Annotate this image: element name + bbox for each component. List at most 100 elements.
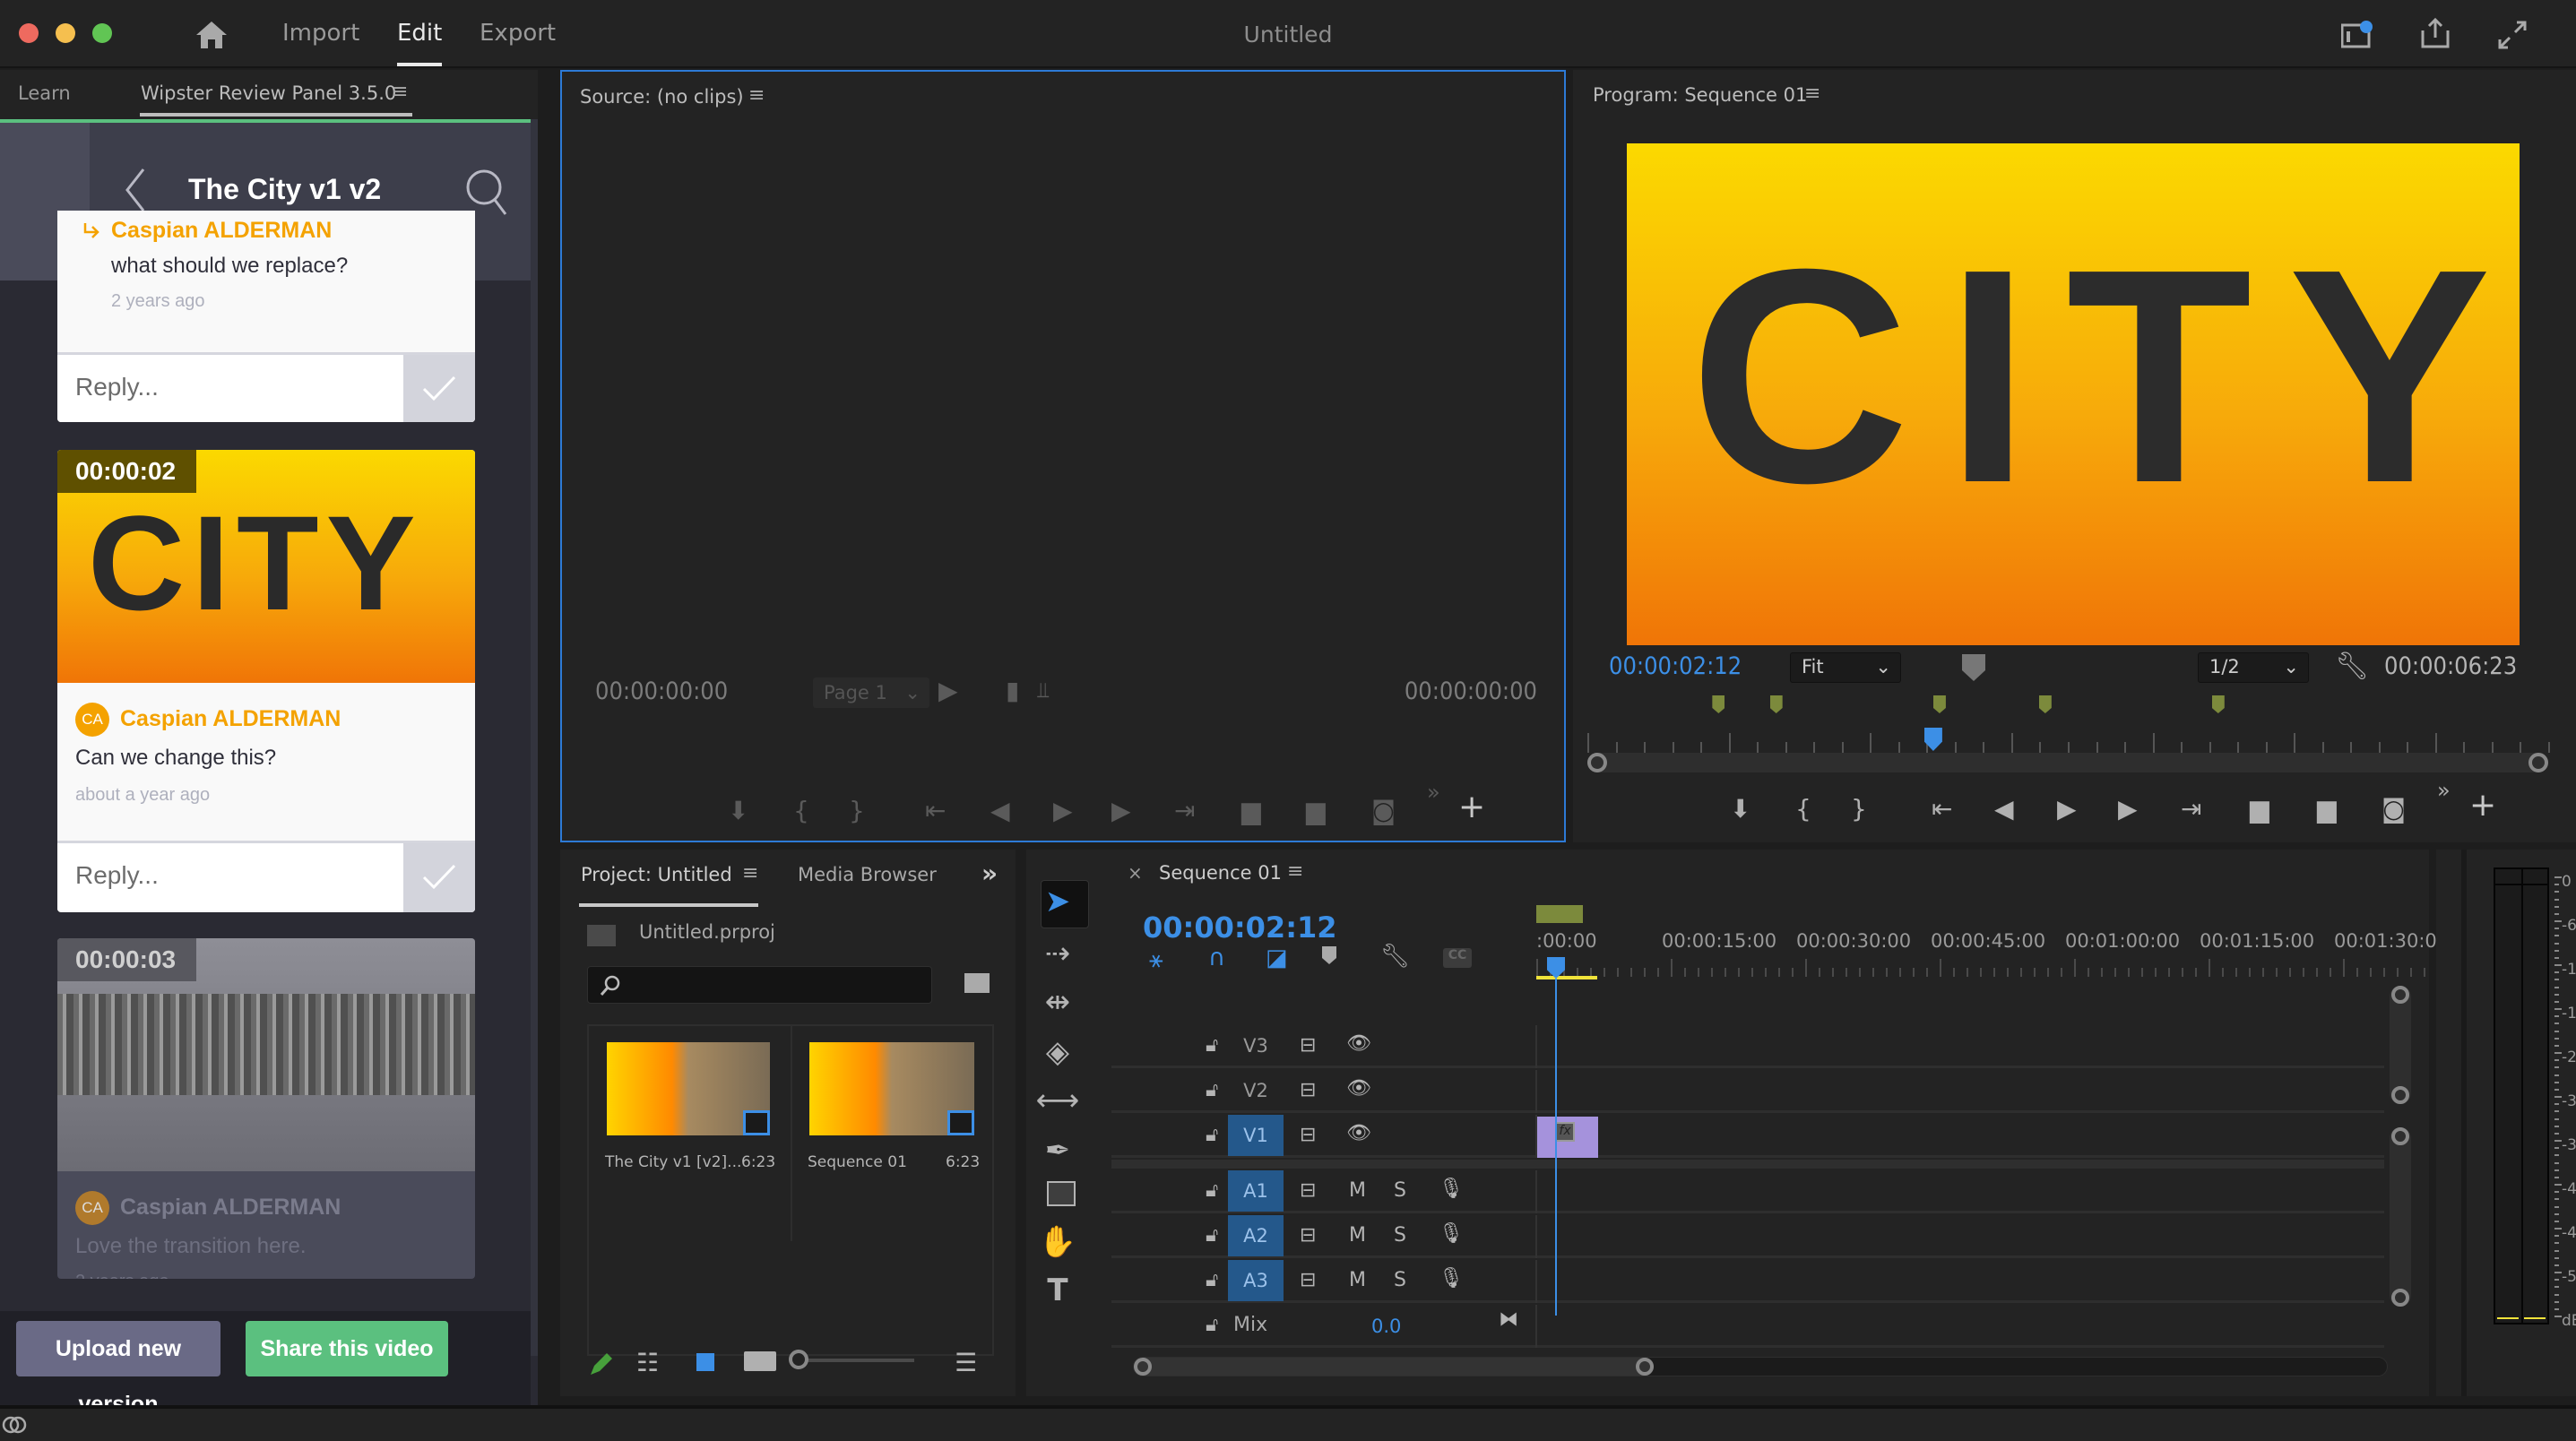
track-target-V1[interactable]: V1: [1228, 1115, 1284, 1156]
extract-button[interactable]: ▆: [2317, 794, 2337, 824]
program-marker[interactable]: [1932, 695, 1946, 713]
nest-sequence-icon[interactable]: ⚹: [1149, 946, 1163, 974]
project-item-name[interactable]: Sequence 01: [808, 1153, 907, 1171]
scrollbar-handle-right[interactable]: [2528, 753, 2548, 772]
resolution-select[interactable]: 1/2 ⌄: [2198, 652, 2309, 683]
track-select-tool-icon[interactable]: ⇢: [1014, 936, 1102, 971]
program-marker[interactable]: [2038, 695, 2052, 713]
export-frame-button[interactable]: ◙: [1371, 796, 1396, 825]
project-search-input[interactable]: [587, 966, 932, 1004]
go-to-in-button[interactable]: ⇤: [1932, 794, 1952, 824]
solo-button[interactable]: S: [1394, 1269, 1406, 1291]
comment-timecode[interactable]: 00:00:03: [57, 938, 196, 981]
lock-icon[interactable]: 🔓︎: [1206, 1179, 1218, 1202]
sync-lock-icon[interactable]: ⊟: [1300, 1224, 1316, 1247]
tab-learn[interactable]: Learn: [18, 82, 71, 104]
reply-field[interactable]: Reply...: [57, 352, 475, 422]
program-marker[interactable]: [1712, 695, 1725, 713]
tab-wipster-review-panel[interactable]: Wipster Review Panel 3.5.0: [141, 82, 396, 104]
add-marker-icon[interactable]: [1962, 654, 1985, 681]
snap-icon[interactable]: ∩: [1208, 945, 1225, 971]
lock-icon[interactable]: 🔓︎: [1206, 1079, 1218, 1101]
timeline-clip[interactable]: fx: [1537, 1117, 1598, 1158]
lock-icon[interactable]: 🔓︎: [1206, 1269, 1218, 1291]
tab-media-browser[interactable]: Media Browser: [798, 864, 937, 885]
play-button[interactable]: ▶: [1053, 796, 1073, 825]
project-item-thumbnail[interactable]: [809, 1042, 974, 1135]
sync-lock-icon[interactable]: ⊟: [1300, 1179, 1316, 1202]
pen-tool-icon[interactable]: ✒: [1014, 1133, 1102, 1169]
folder-up-icon[interactable]: [587, 925, 616, 946]
lock-icon[interactable]: 🔓︎: [1206, 1034, 1218, 1057]
list-view-icon[interactable]: ☷: [636, 1348, 659, 1377]
project-item-name[interactable]: The City v1 [v2]...: [605, 1153, 741, 1171]
quick-export-notification-icon[interactable]: [2341, 20, 2373, 48]
solo-button[interactable]: S: [1394, 1224, 1406, 1247]
zoom-select[interactable]: Fit ⌄: [1790, 652, 1901, 683]
creative-cloud-icon[interactable]: [2, 1414, 27, 1436]
sync-lock-icon[interactable]: ⊟: [1300, 1034, 1316, 1057]
mix-value[interactable]: 0.0: [1371, 1316, 1401, 1337]
mix-volume-icon[interactable]: ⧓: [1499, 1308, 1518, 1331]
close-sequence-icon[interactable]: ×: [1128, 862, 1143, 884]
track-target-V3[interactable]: V3: [1228, 1025, 1284, 1066]
timeline-timecode[interactable]: 00:00:02:12: [1143, 910, 1337, 945]
next-page-icon[interactable]: ▶: [938, 676, 958, 705]
submit-reply-button[interactable]: [403, 355, 475, 422]
program-marker[interactable]: [2211, 695, 2225, 713]
mark-in-button[interactable]: {: [1795, 794, 1811, 824]
project-item-thumbnail[interactable]: [607, 1042, 770, 1135]
panel-menu-icon[interactable]: ≡: [1287, 860, 1303, 883]
panel-menu-icon[interactable]: ≡: [1804, 82, 1820, 105]
step-back-button[interactable]: ◀: [1994, 794, 2014, 824]
panel-menu-icon[interactable]: ≡: [392, 81, 408, 103]
go-to-out-button[interactable]: ⇥: [2181, 794, 2201, 824]
step-back-button[interactable]: ◀: [990, 796, 1010, 825]
sequence-tab[interactable]: Sequence 01: [1159, 862, 1282, 884]
sync-lock-icon[interactable]: ⊟: [1300, 1124, 1316, 1146]
icon-view-icon[interactable]: [696, 1353, 714, 1371]
mute-button[interactable]: M: [1349, 1179, 1366, 1202]
sync-lock-icon[interactable]: ⊟: [1300, 1079, 1316, 1101]
wipster-scrollbar[interactable]: [531, 119, 538, 1356]
button-editor-icon[interactable]: +: [1458, 789, 1485, 825]
step-forward-button[interactable]: ▶: [1111, 796, 1131, 825]
wrench-settings-icon[interactable]: 🔧︎: [2335, 651, 2369, 682]
sync-lock-icon[interactable]: ⊟: [1300, 1269, 1316, 1291]
track-target-A2[interactable]: A2: [1228, 1215, 1284, 1256]
step-forward-button[interactable]: ▶: [2118, 794, 2138, 824]
sort-icon[interactable]: ☰: [955, 1348, 977, 1377]
go-to-in-button[interactable]: ⇤: [925, 796, 946, 825]
time-ruler[interactable]: :00:00 00:00:15:00 00:00:30:00 00:00:45:00 0…: [1536, 930, 2437, 955]
mark-in-button[interactable]: {: [793, 796, 809, 825]
share-icon[interactable]: [2420, 18, 2451, 48]
program-timecode-current[interactable]: 00:00:02:12: [1609, 652, 1742, 680]
lock-icon[interactable]: 🔓︎: [1206, 1124, 1218, 1146]
comment-thumbnail[interactable]: 00:00:03: [57, 938, 475, 1171]
add-marker-icon[interactable]: [1322, 946, 1336, 964]
more-controls-icon[interactable]: »: [2437, 778, 2451, 803]
lock-icon[interactable]: 🔓︎: [1206, 1224, 1218, 1247]
page-select[interactable]: Page 1 ⌄: [813, 677, 929, 708]
overwrite-button[interactable]: ▆: [1306, 796, 1326, 825]
more-controls-icon[interactable]: »: [1427, 780, 1440, 805]
solo-button[interactable]: S: [1394, 1179, 1406, 1202]
program-video-frame[interactable]: CITY: [1627, 143, 2520, 645]
drag-video-icon[interactable]: ▮: [1006, 676, 1019, 705]
hand-tool-icon[interactable]: ✋: [1014, 1224, 1102, 1260]
slider-handle[interactable]: [789, 1350, 808, 1369]
reply-field[interactable]: Reply...: [57, 841, 475, 912]
microphone-icon[interactable]: 🎙︎: [1439, 1267, 1464, 1290]
rectangle-tool-icon[interactable]: [1047, 1181, 1076, 1206]
mute-button[interactable]: M: [1349, 1224, 1366, 1247]
comment-timecode[interactable]: 00:00:02: [57, 450, 196, 493]
button-editor-icon[interactable]: +: [2469, 787, 2496, 824]
work-area-marker[interactable]: [1536, 905, 1583, 923]
pencil-icon[interactable]: [587, 1351, 614, 1378]
panel-menu-icon[interactable]: ≡: [748, 84, 765, 107]
mark-out-button[interactable]: }: [1851, 794, 1867, 824]
share-video-button[interactable]: Share this video: [246, 1321, 448, 1376]
eye-icon[interactable]: 👁︎: [1346, 1077, 1371, 1100]
upload-new-version-button[interactable]: Upload new version: [16, 1321, 220, 1417]
insert-button[interactable]: ▆: [1241, 796, 1261, 825]
